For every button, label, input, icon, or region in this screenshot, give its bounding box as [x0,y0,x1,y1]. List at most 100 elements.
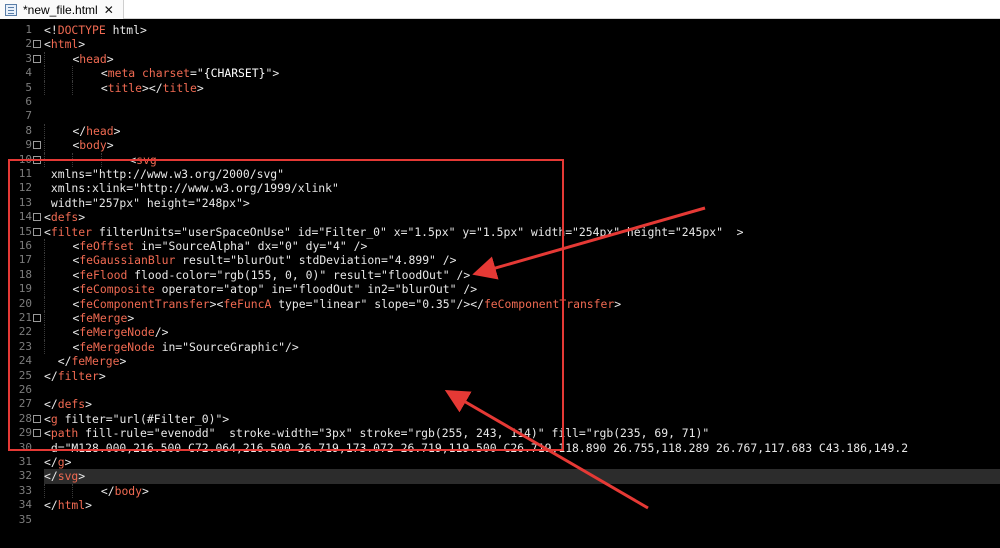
code-text: </filter> [44,369,106,383]
line-number: 5 [25,80,32,94]
code-editor[interactable]: 1 <!DOCTYPE html> 2 <html> 3 <head> 4 <meta c… [0,19,1000,548]
code-line[interactable]: 4 <meta charset="{CHARSET}"> [0,66,1000,81]
code-line[interactable]: 13 width="257px" height="248px"> [0,196,1000,210]
code-line[interactable]: 31 </g> [0,455,1000,469]
indent-guide [72,152,100,167]
line-number: 13 [18,195,32,209]
code-line[interactable]: 16 <feOffset in="SourceAlpha" dx="0" dy=… [0,239,1000,254]
code-line[interactable]: 27 </defs> [0,397,1000,411]
line-number: 14 [18,210,32,224]
fold-toggle-icon[interactable] [33,227,41,236]
code-text: </body> [44,483,149,499]
tab-new-file[interactable]: *new_file.html ✕ [0,0,124,19]
tag-token: defs [57,397,86,412]
indent-guide [44,66,72,81]
code-line[interactable]: 25 </filter> [0,369,1000,383]
code-line[interactable]: 22 <feMergeNode/> [0,325,1000,340]
fold-toggle-icon[interactable] [33,213,41,222]
indent-guide [72,483,100,499]
indent-guide [100,152,129,167]
line-number: 25 [18,368,32,382]
code-line[interactable]: 26 [0,383,1000,397]
fold-toggle-icon[interactable] [33,54,41,63]
fold-toggle-icon[interactable] [33,155,41,164]
text-token: result="blurOut" stdDeviation="4.899" /> [175,253,457,268]
code-text: </feMerge> [44,354,127,368]
code-line[interactable]: 33 </body> [0,483,1000,499]
code-line[interactable]: 1 <!DOCTYPE html> [0,23,1000,37]
indent-guide [72,80,100,95]
text-token: </ [44,368,58,383]
tag-token: body [79,138,107,153]
text-token: > [85,498,93,513]
text-token: > [196,80,204,95]
fold-toggle-icon[interactable] [33,314,41,322]
code-line[interactable]: 5 <title></title> [0,80,1000,95]
indent-guide [44,138,72,153]
tag-token: feComposite [79,282,155,297]
code-text: width="257px" height="248px"> [44,196,250,210]
indent-guide [44,282,72,297]
code-line[interactable]: 20 <feComponentTransfer><feFuncA type="l… [0,296,1000,311]
code-line[interactable]: 28 <g filter="url(#Filter_0)"> [0,412,1000,426]
code-text: <feGaussianBlur result="blurOut" stdDevi… [44,253,457,268]
line-number: 1 [25,23,32,36]
code-text: <feOffset in="SourceAlpha" dx="0" dy="4"… [44,239,367,254]
line-number: 7 [25,109,32,123]
text-token: < [44,224,51,239]
code-line[interactable]: 8 </head> [0,123,1000,139]
code-line[interactable]: 10 <svg [0,152,1000,167]
code-line[interactable]: 23 <feMergeNode in="SourceGraphic"/> [0,339,1000,355]
code-text: <feMergeNode/> [44,325,168,340]
tag-token: DOCTYPE [57,23,106,37]
text-token: </ [44,397,58,412]
code-line[interactable]: 17 <feGaussianBlur result="blurOut" stdD… [0,253,1000,268]
fold-toggle-icon[interactable] [33,40,41,49]
tag-token: path [50,426,79,441]
code-line[interactable]: 12 xmlns:xlink="http://www.w3.org/1999/x… [0,181,1000,195]
code-line[interactable]: 21 <feMerge> [0,311,1000,326]
line-number: 35 [18,512,32,526]
line-number: 34 [18,498,32,512]
code-line[interactable]: 19 <feComposite operator="atop" in="floo… [0,282,1000,297]
indent-guide [44,152,72,167]
line-number: 19 [18,282,32,296]
code-line[interactable]: 3 <head> [0,51,1000,67]
tag-token: svg [57,469,79,484]
code-line[interactable]: 7 [0,109,1000,123]
text-token: fill-rule="evenodd" stroke-width="3px" s… [78,426,710,441]
code-line[interactable]: 6 [0,95,1000,109]
line-number: 2 [25,37,32,51]
text-token: </ [44,498,58,513]
code-line[interactable]: 30 d="M128.000,216.500 C72.064,216.500 2… [0,441,1000,455]
indent-guide [44,339,72,355]
tag-token: charset [142,66,191,81]
line-number: 31 [18,455,32,468]
text-token: width="257px" height="248px"> [44,195,250,210]
code-line[interactable]: 34 </html> [0,498,1000,512]
code-line[interactable]: 35 [0,513,1000,527]
code-line[interactable]: 29 <path fill-rule="evenodd" stroke-width… [0,426,1000,440]
code-line[interactable]: 9 <body> [0,138,1000,153]
code-line[interactable]: 32 </svg> [0,469,1000,483]
code-line[interactable]: 24 </feMerge> [0,354,1000,368]
fold-toggle-icon[interactable] [33,414,41,423]
text-token: > [85,397,93,412]
close-icon[interactable]: ✕ [104,3,114,17]
code-line[interactable]: 14 <defs> [0,210,1000,224]
fold-toggle-icon[interactable] [33,141,41,150]
code-text: </html> [44,498,92,512]
code-line[interactable]: 18 <feFlood flood-color="rgb(155, 0, 0)"… [0,267,1000,283]
code-line[interactable]: 2 <html> [0,37,1000,51]
text-token: xmlns="http://www.w3.org/2000/svg" [44,167,285,181]
text-token: > [142,483,149,498]
code-line[interactable]: 15 <filter filterUnits="userSpaceOnUse" i… [0,225,1000,239]
text-token: >< [209,296,224,311]
indent-guide [44,123,72,139]
indent-guide [44,267,72,283]
fold-toggle-icon[interactable] [33,429,41,438]
tag-token: feComponentTransfer [483,296,615,311]
code-line[interactable]: 11 xmlns="http://www.w3.org/2000/svg" [0,167,1000,181]
tag-token: body [114,483,143,498]
text-token: > [106,138,114,153]
